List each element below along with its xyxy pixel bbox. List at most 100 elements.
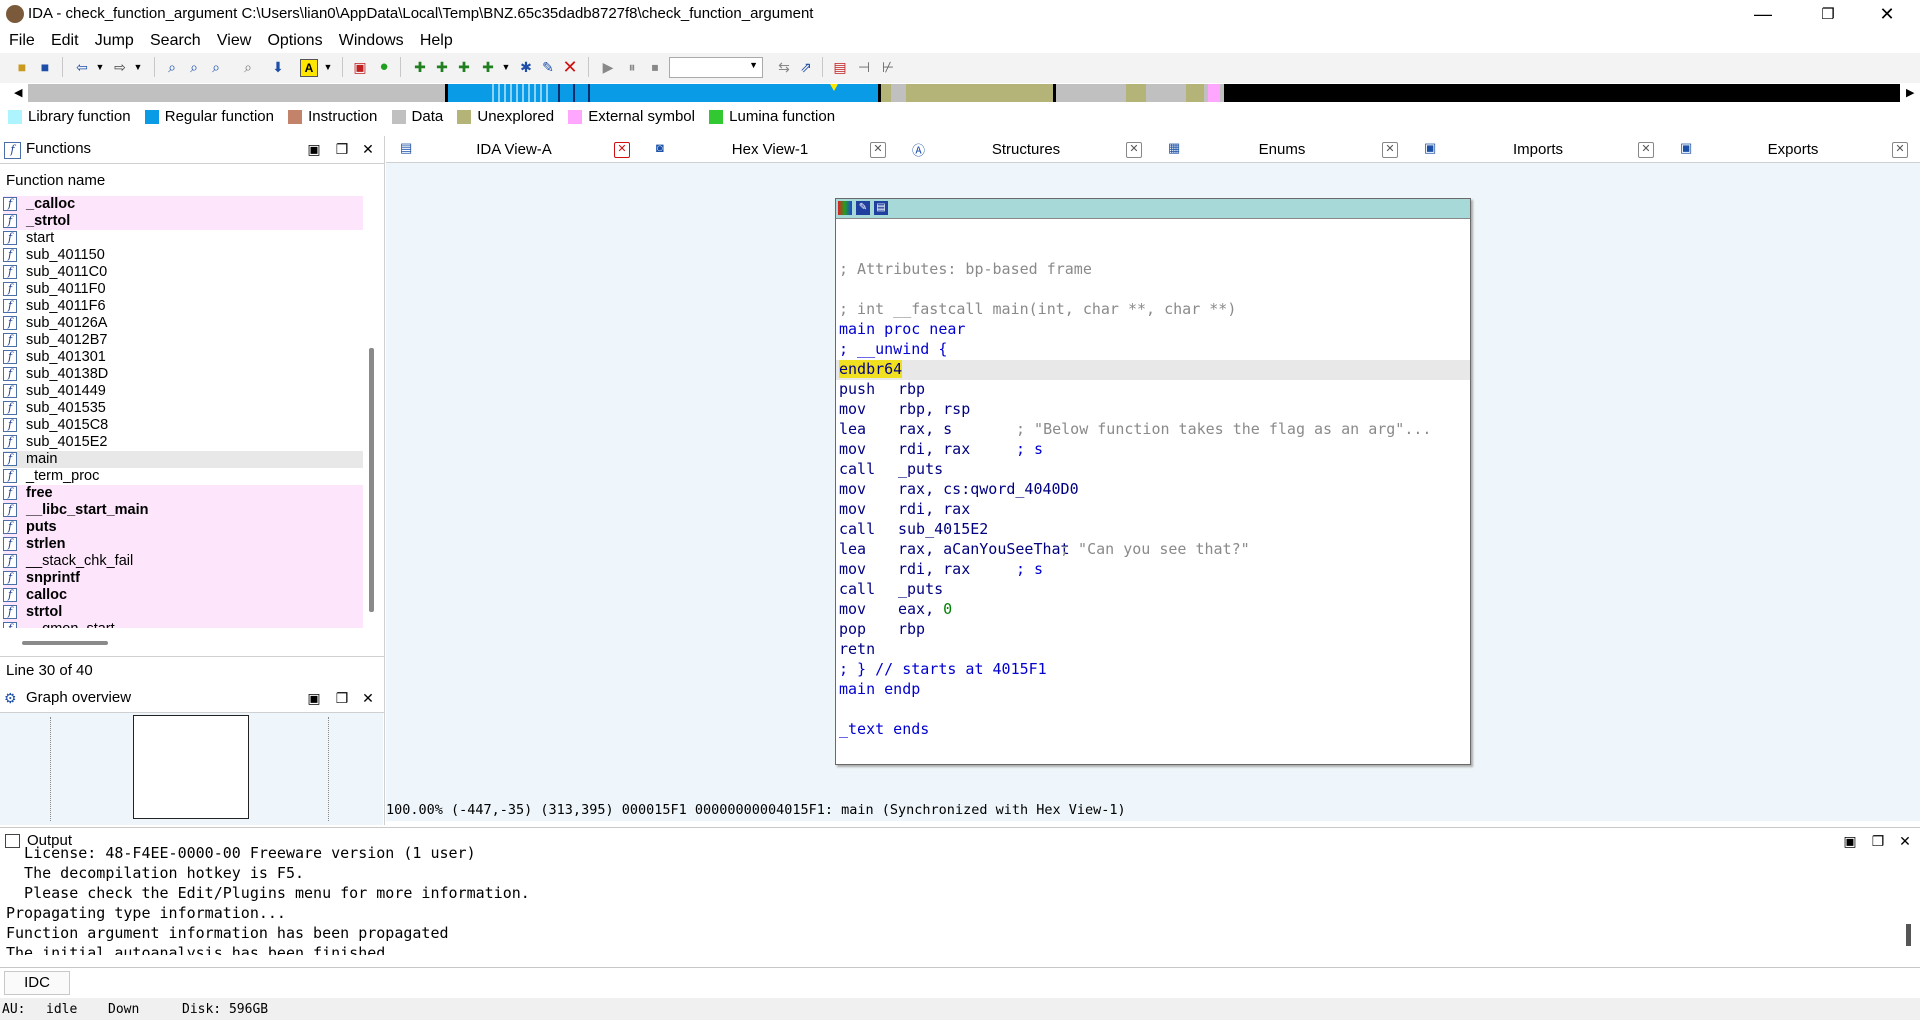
nav-right-arrow-icon[interactable]: ▶ [1906, 86, 1914, 99]
output-scrollbar[interactable] [1906, 924, 1911, 946]
forward-dropdown-icon[interactable]: ▼ [130, 59, 146, 75]
graph-overview-viewport[interactable] [133, 715, 249, 819]
function-list-item[interactable]: f sub_4011C0 [3, 264, 363, 281]
graph-view-icon[interactable]: ▣ [352, 59, 368, 75]
function-list-item[interactable]: f sub_401150 [3, 247, 363, 264]
graph-node-main[interactable]: ✎ ▤ ; Attributes: bp-based frame ; int _… [835, 198, 1471, 765]
asm-mnemonic[interactable]: mov [839, 559, 866, 579]
menu-options[interactable]: Options [261, 30, 328, 52]
asm-operand-register[interactable]: eax, [898, 600, 943, 618]
search-next-icon[interactable]: ⌕ [208, 59, 224, 75]
asm-operands[interactable]: _puts [898, 579, 943, 599]
function-list-item[interactable]: f _strtol [3, 213, 363, 230]
function-list-item[interactable]: f strtol [3, 604, 363, 621]
asm-operands[interactable]: rbp, rsp [898, 399, 970, 419]
tab-close-icon[interactable]: ✕ [614, 142, 630, 158]
back-icon[interactable]: ⇦ [74, 59, 90, 75]
panel-close-icon[interactable]: ✕ [358, 689, 378, 707]
tab-close-icon[interactable]: ✕ [1638, 142, 1654, 158]
function-list-item[interactable]: f sub_401449 [3, 383, 363, 400]
tab-close-icon[interactable]: ✕ [1892, 142, 1908, 158]
function-list-item[interactable]: f __libc_start_main [3, 502, 363, 519]
create-function-icon[interactable]: ✚ [412, 59, 428, 75]
stop-icon[interactable]: ⏹ [647, 59, 663, 75]
menu-help[interactable]: Help [414, 30, 459, 52]
function-list-item[interactable]: f calloc [3, 587, 363, 604]
asm-mnemonic[interactable]: call [839, 519, 875, 539]
panel-close-icon[interactable]: ✕ [358, 140, 378, 158]
function-list-item[interactable]: f sub_40126A [3, 315, 363, 332]
edit-function-icon[interactable]: ✎ [540, 59, 556, 75]
add-dropdown-icon[interactable]: ▼ [498, 59, 514, 75]
close-button[interactable]: ✕ [1864, 0, 1910, 29]
asm-mnemonic[interactable]: mov [839, 499, 866, 519]
function-list-item[interactable]: f strlen [3, 536, 363, 553]
function-list-item[interactable]: f sub_4011F0 [3, 281, 363, 298]
function-list-item[interactable]: f sub_4011F6 [3, 298, 363, 315]
debugger-icon[interactable]: ✱ [518, 59, 534, 75]
function-list-item[interactable]: f sub_4012B7 [3, 332, 363, 349]
function-list-item[interactable]: f puts [3, 519, 363, 536]
nav-left-arrow-icon[interactable]: ◀ [14, 86, 22, 99]
asm-operands[interactable]: _puts [898, 459, 943, 479]
asm-mnemonic[interactable]: lea [839, 539, 866, 559]
node-color-icon[interactable] [838, 201, 852, 215]
start-icon[interactable]: ● [376, 59, 392, 75]
function-list-item[interactable]: f sub_40138D [3, 366, 363, 383]
asm-operands[interactable]: rdi, rax [898, 559, 970, 579]
run-icon[interactable]: ▶ [600, 59, 616, 75]
menu-edit[interactable]: Edit [45, 30, 85, 52]
maximize-button[interactable]: ❐ [1805, 0, 1851, 29]
navigation-band[interactable] [28, 84, 1900, 102]
node-group-icon[interactable]: ▤ [874, 201, 888, 215]
minimize-button[interactable]: — [1740, 0, 1786, 29]
asm-mnemonic[interactable]: call [839, 459, 875, 479]
function-list-item[interactable]: f sub_401535 [3, 400, 363, 417]
output-log[interactable]: License: 48-F4EE-0000-00 Freeware versio… [0, 843, 1914, 955]
delete-icon[interactable]: ✕ [562, 58, 578, 76]
asm-operands[interactable]: rax, cs:qword_4040D0 [898, 479, 1079, 499]
function-list-item[interactable]: f _calloc [3, 196, 363, 213]
asm-mnemonic[interactable]: pop [839, 619, 866, 639]
function-list-item[interactable]: f sub_4015C8 [3, 417, 363, 434]
menu-search[interactable]: Search [144, 30, 207, 52]
idc-command-input[interactable] [74, 971, 1914, 993]
tab-close-icon[interactable]: ✕ [870, 142, 886, 158]
asm-operands[interactable]: rax, aCanYouSeeThat [898, 539, 1070, 559]
panel-maximize-icon[interactable]: ▣ [304, 689, 324, 707]
asm-operands[interactable]: eax, 0 [898, 599, 952, 619]
open-icon[interactable]: ■ [14, 59, 30, 75]
tab-enums[interactable]: ▦ Enums ✕ [1154, 136, 1410, 162]
debugger-select[interactable]: ▼ [669, 57, 763, 78]
menu-view[interactable]: View [211, 30, 257, 52]
step-icon[interactable]: ⇗ [798, 59, 814, 75]
asm-mnemonic[interactable]: mov [839, 439, 866, 459]
asm-mnemonic[interactable]: mov [839, 479, 866, 499]
function-list-item[interactable]: f free [3, 485, 363, 502]
tab-ida-view-a[interactable]: ▤ IDA View-A ✕ [386, 136, 642, 162]
asm-mnemonic[interactable]: lea [839, 419, 866, 439]
idc-language-button[interactable]: IDC [4, 971, 70, 995]
menu-jump[interactable]: Jump [89, 30, 140, 52]
asm-operand-immediate[interactable]: 0 [943, 600, 952, 618]
tab-imports[interactable]: ▣ Imports ✕ [1410, 136, 1666, 162]
attach-icon[interactable]: ⇆ [776, 59, 792, 75]
tab-close-icon[interactable]: ✕ [1382, 142, 1398, 158]
function-list-hscrollbar[interactable] [22, 641, 108, 645]
asm-endbr[interactable]: endbr64 [839, 359, 903, 379]
binary-search-icon[interactable]: ⌕ [164, 59, 180, 75]
asm-mnemonic[interactable]: mov [839, 399, 866, 419]
asm-mnemonic[interactable]: call [839, 579, 875, 599]
tab-hex-view-1[interactable]: ◙ Hex View-1 ✕ [642, 136, 898, 162]
back-dropdown-icon[interactable]: ▼ [92, 59, 108, 75]
panel-maximize-icon[interactable]: ▣ [304, 140, 324, 158]
function-list-item[interactable]: f _term_proc [3, 468, 363, 485]
function-list-item[interactable]: f sub_401301 [3, 349, 363, 366]
immediate-search-icon[interactable]: ⌕ [240, 59, 256, 75]
asm-mnemonic[interactable]: mov [839, 599, 866, 619]
panel-float-icon[interactable]: ❐ [332, 140, 352, 158]
jump-down-icon[interactable]: ⬇ [270, 59, 286, 75]
column-header-function-name[interactable]: Function name [6, 172, 105, 189]
asm-operands[interactable]: sub_4015E2 [898, 519, 988, 539]
asm-operands[interactable]: rbp [898, 379, 925, 399]
